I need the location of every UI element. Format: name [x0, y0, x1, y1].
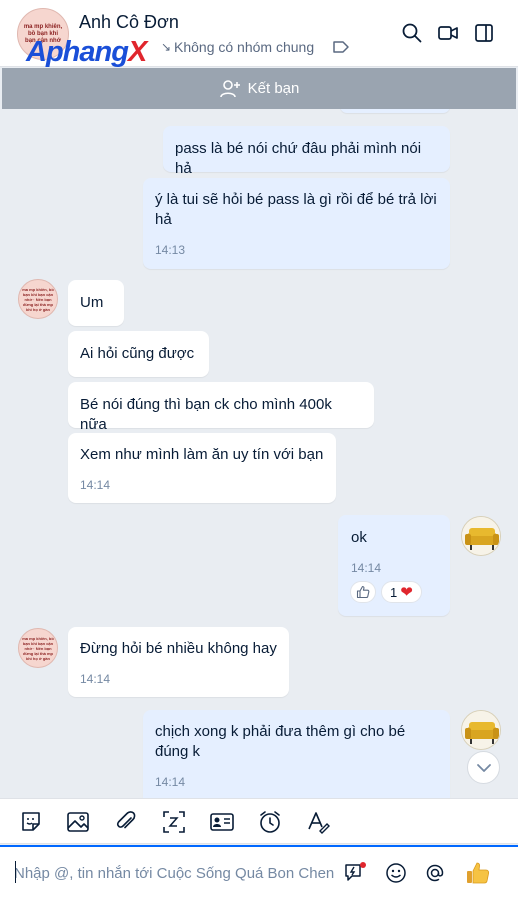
add-user-icon: [219, 79, 240, 97]
chat-header: ma mp khiên, bồ bạn khi bạn cận nhớ Anh …: [0, 0, 518, 68]
screenshot-icon[interactable]: [161, 809, 187, 835]
message-list[interactable]: pass là bé nói chứ đâu phải mình nói hả …: [0, 109, 518, 798]
message-text: chịch xong k phải đưa thêm gì cho bé đún…: [155, 723, 406, 760]
attachment-icon[interactable]: [113, 809, 139, 835]
message-text: Đừng hỏi bé nhiều không hay: [80, 640, 277, 657]
image-icon[interactable]: [65, 809, 91, 835]
message-bubble[interactable]: Đừng hỏi bé nhiều không hay 14:14: [68, 627, 289, 697]
message-time: 14:14: [351, 561, 382, 575]
message-bubble[interactable]: Um: [68, 280, 124, 326]
reaction-summary[interactable]: 1 ❤: [381, 581, 422, 603]
sofa-image: [462, 711, 500, 749]
thumbs-up-send-icon[interactable]: [464, 859, 492, 887]
text-format-icon[interactable]: [305, 809, 331, 835]
message-time: 14:14: [80, 478, 111, 492]
tag-icon[interactable]: [332, 40, 350, 54]
message-time: 14:14: [80, 672, 111, 686]
message-bubble-partial: [340, 109, 450, 113]
message-bubble[interactable]: Ai hỏi cũng được: [68, 331, 209, 377]
message-text: ý là tui sẽ hỏi bé pass là gì rồi để bé …: [155, 191, 437, 228]
heart-icon: ❤: [400, 584, 413, 601]
message-text: pass là bé nói chứ đâu phải mình nói hả: [175, 140, 422, 177]
sender-avatar[interactable]: ma mp khiên, bồ bạn khi bạn cận nhớ · Nê…: [18, 279, 58, 319]
message-time: 14:13: [155, 243, 186, 257]
message-time: 14:14: [155, 775, 186, 789]
my-avatar[interactable]: [461, 516, 501, 556]
message-bubble[interactable]: pass là bé nói chứ đâu phải mình nói hả: [163, 126, 450, 177]
reaction-count: 1: [390, 584, 398, 600]
search-icon[interactable]: [401, 22, 423, 44]
sticker-icon[interactable]: [18, 809, 44, 835]
add-friend-button[interactable]: Kết bạn: [2, 68, 516, 109]
sender-avatar[interactable]: ma mp khiên, bồ bạn khi bạn cận nhớ · Nê…: [18, 628, 58, 668]
watermark-logo: AphangX: [26, 36, 147, 68]
message-text: Xem như mình làm ăn uy tín với bạn: [80, 446, 324, 463]
thumbs-up-icon: [356, 585, 370, 599]
video-call-icon[interactable]: [437, 22, 459, 44]
quick-message-icon[interactable]: [343, 861, 367, 885]
chevron-down-icon: [476, 763, 491, 772]
mention-icon[interactable]: [423, 861, 447, 885]
message-text: Um: [80, 294, 104, 311]
contact-card-icon[interactable]: [209, 809, 235, 835]
add-friend-label: Kết bạn: [247, 80, 300, 97]
message-input[interactable]: [14, 861, 336, 885]
contact-name[interactable]: Anh Cô Đơn: [79, 12, 179, 33]
message-bubble[interactable]: Xem như mình làm ăn uy tín với bạn 14:14: [68, 433, 336, 503]
message-bubble[interactable]: Bé nói đúng thì bạn ck cho mình 400k nữa: [68, 382, 374, 433]
my-avatar[interactable]: [461, 710, 501, 750]
message-bubble[interactable]: ý là tui sẽ hỏi bé pass là gì rồi để bé …: [143, 178, 450, 269]
message-composer: [0, 845, 518, 897]
message-text: ok: [351, 529, 367, 546]
reaction-like-button[interactable]: [350, 581, 376, 603]
message-bubble[interactable]: chịch xong k phải đưa thêm gì cho bé đún…: [143, 710, 450, 798]
group-status: Không có nhóm chung: [174, 39, 315, 55]
group-icon: ↘: [161, 40, 172, 54]
side-panel-icon[interactable]: [473, 22, 495, 44]
text-cursor: [15, 861, 16, 883]
scroll-to-bottom-button[interactable]: [467, 751, 500, 784]
reminder-clock-icon[interactable]: [257, 809, 283, 835]
emoji-icon[interactable]: [384, 861, 408, 885]
message-text: Ai hỏi cũng được: [80, 345, 195, 362]
message-text: Bé nói đúng thì bạn ck cho mình 400k nữa: [80, 396, 332, 433]
composer-toolbar: [0, 798, 518, 844]
sofa-image: [462, 517, 500, 555]
